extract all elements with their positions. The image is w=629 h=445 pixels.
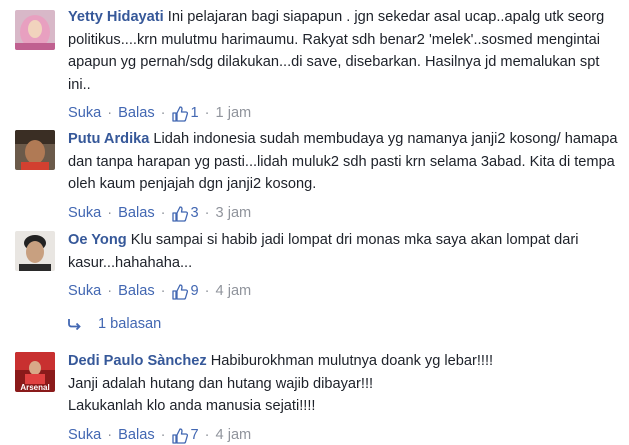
avatar[interactable] <box>15 10 55 50</box>
comment-message-line: Habiburokhman mulutnya doank yg lebar!!!… <box>210 353 494 369</box>
profile-photo-boy-icon <box>15 130 55 170</box>
reply-button[interactable]: Balas <box>118 283 155 299</box>
comment-message-line: Lakukanlah klo anda manusia sejati!!!! <box>68 398 316 414</box>
profile-photo-woman-hijab-icon <box>15 10 55 50</box>
reply-button[interactable]: Balas <box>118 205 155 221</box>
view-replies-label[interactable]: 1 balasan <box>98 316 161 332</box>
thumbs-up-icon[interactable] <box>171 427 188 444</box>
author-name[interactable]: Dedi Paulo Sànchez <box>68 353 207 369</box>
author-name[interactable]: Putu Ardika <box>68 131 149 147</box>
separator-dot: · <box>160 204 166 221</box>
reply-button[interactable]: Balas <box>118 427 155 443</box>
comment-text: Oe Yong Klu sampai si habib jadi lompat … <box>68 229 621 274</box>
avatar[interactable] <box>15 231 55 271</box>
profile-photo-man-icon <box>15 231 55 271</box>
comment-body: Oe Yong Klu sampai si habib jadi lompat … <box>68 229 621 300</box>
comment-message: Lidah indonesia sudah membudaya yg naman… <box>68 131 618 192</box>
like-button[interactable]: Suka <box>68 205 101 221</box>
separator-dot: · <box>160 426 166 443</box>
separator-dot: · <box>107 283 113 299</box>
profile-photo-arsenal-icon: Arsenal <box>15 352 55 392</box>
view-replies-link[interactable]: 1 balasan <box>68 316 161 332</box>
comment-actions: Suka · Balas · 1 · 1 jam <box>68 105 621 122</box>
thumbs-up-icon[interactable] <box>171 284 188 300</box>
like-count[interactable]: 1 <box>191 105 199 121</box>
comment-text: Yetty Hidayati Ini pelajaran bagi siapap… <box>68 6 621 96</box>
like-count[interactable]: 7 <box>191 427 199 443</box>
reply-arrow-icon <box>68 319 81 330</box>
separator-dot: · <box>204 426 210 443</box>
like-count[interactable]: 9 <box>191 283 199 299</box>
thumbs-up-icon[interactable] <box>171 205 188 222</box>
avatar[interactable]: Arsenal <box>15 352 55 392</box>
comment-actions: Suka · Balas · 7 · 4 jam <box>68 426 621 444</box>
avatar[interactable] <box>15 130 55 170</box>
timestamp[interactable]: 4 jam <box>216 283 252 299</box>
like-button[interactable]: Suka <box>68 105 101 121</box>
thumbs-up-icon[interactable] <box>171 106 188 122</box>
separator-dot: · <box>204 105 210 121</box>
separator-dot: · <box>160 283 166 299</box>
comment-message: Klu sampai si habib jadi lompat dri mona… <box>68 232 579 271</box>
timestamp[interactable]: 1 jam <box>216 105 252 121</box>
timestamp[interactable]: 4 jam <box>216 427 252 443</box>
like-button[interactable]: Suka <box>68 283 101 299</box>
separator-dot: · <box>204 283 210 299</box>
like-count[interactable]: 3 <box>191 205 199 221</box>
comment-actions: Suka · Balas · 9 · 4 jam <box>68 283 621 300</box>
separator-dot: · <box>107 204 113 221</box>
reply-button[interactable]: Balas <box>118 105 155 121</box>
separator-dot: · <box>204 204 210 221</box>
comment-body: Dedi Paulo Sànchez Habiburokhman mulutny… <box>68 350 621 444</box>
separator-dot: · <box>107 426 113 443</box>
comment-actions: Suka · Balas · 3 · 3 jam <box>68 204 621 222</box>
separator-dot: · <box>107 105 113 121</box>
avatar-caption: Arsenal <box>20 383 49 392</box>
comment-text: Dedi Paulo Sànchez Habiburokhman mulutny… <box>68 350 621 418</box>
author-name[interactable]: Oe Yong <box>68 232 127 248</box>
comment-text: Putu Ardika Lidah indonesia sudah membud… <box>68 128 621 196</box>
like-button[interactable]: Suka <box>68 427 101 443</box>
comment-body: Putu Ardika Lidah indonesia sudah membud… <box>68 128 621 222</box>
separator-dot: · <box>160 105 166 121</box>
comment-body: Yetty Hidayati Ini pelajaran bagi siapap… <box>68 6 621 122</box>
author-name[interactable]: Yetty Hidayati <box>68 9 164 25</box>
comment-message-line: Janji adalah hutang dan hutang wajib dib… <box>68 375 374 392</box>
timestamp[interactable]: 3 jam <box>216 205 252 221</box>
